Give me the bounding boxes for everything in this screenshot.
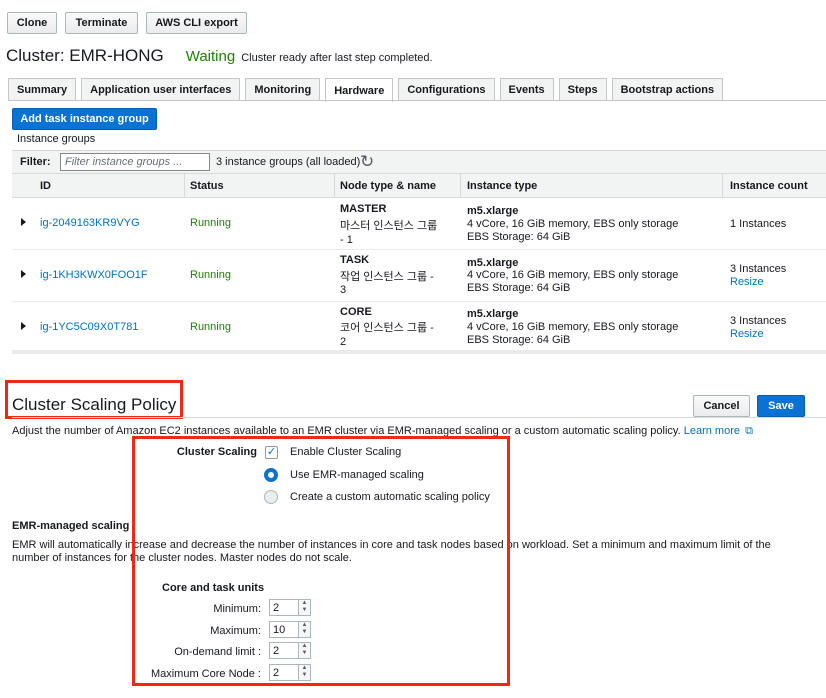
tab-divider: [8, 100, 826, 101]
save-button[interactable]: Save: [757, 395, 805, 417]
cluster-state-message: Cluster ready after last step completed.: [241, 52, 433, 64]
filter-count: 3 instance groups (all loaded): [216, 156, 361, 168]
highlight-box-title: [5, 380, 183, 419]
clone-button[interactable]: Clone: [7, 12, 57, 34]
aws-cli-export-button[interactable]: AWS CLI export: [146, 12, 247, 34]
filter-bar: Filter: 3 instance groups (all loaded) ↻: [12, 150, 826, 174]
terminate-button[interactable]: Terminate: [65, 12, 138, 34]
table-row: ig-1KH3KWX0FOO1F Running TASK 작업 인스턴스 그룹…: [12, 250, 826, 302]
tab-configurations[interactable]: Configurations: [398, 78, 495, 100]
ebs-storage: EBS Storage: 64 GiB: [467, 231, 571, 243]
column-header-node-type[interactable]: Node type & name: [340, 180, 436, 192]
column-divider: [722, 174, 723, 198]
instance-count: 1 Instances: [730, 218, 787, 230]
expand-caret-icon[interactable]: [21, 322, 26, 330]
table-row: ig-1YC5C09X0T781 Running CORE 코어 인스턴스 그룹…: [12, 302, 826, 354]
ebs-storage: EBS Storage: 64 GiB: [467, 282, 571, 294]
column-divider: [460, 174, 461, 198]
page-title: Cluster: EMR-HONG: [6, 46, 164, 65]
cancel-button[interactable]: Cancel: [693, 395, 750, 417]
status-text: Running: [190, 269, 231, 281]
column-header-status[interactable]: Status: [190, 180, 224, 192]
node-name-suffix: 2: [340, 336, 347, 348]
tab-monitoring[interactable]: Monitoring: [245, 78, 321, 100]
column-header-id[interactable]: ID: [40, 180, 51, 192]
node-name: 마스터 인스턴스 그룹: [340, 220, 438, 232]
tab-bar: Summary Application user interfaces Moni…: [8, 78, 728, 102]
instance-spec: 4 vCore, 16 GiB memory, EBS only storage: [467, 269, 679, 281]
node-name: 코어 인스턴스 그룹 -: [340, 322, 434, 334]
add-task-instance-group-button[interactable]: Add task instance group: [12, 108, 157, 130]
table-footer: [12, 350, 826, 354]
instance-type: m5.xlarge: [467, 308, 519, 320]
column-header-instance-count[interactable]: Instance count: [730, 180, 808, 192]
learn-more-link[interactable]: Learn more: [684, 425, 740, 437]
status-text: Running: [190, 321, 231, 333]
filter-input[interactable]: [60, 153, 210, 171]
node-name: 작업 인스턴스 그룹 -: [340, 271, 434, 283]
instance-count: 3 Instances: [730, 263, 787, 275]
filter-label: Filter:: [20, 156, 51, 168]
tab-application-user-interfaces[interactable]: Application user interfaces: [81, 78, 241, 100]
tab-steps[interactable]: Steps: [558, 78, 607, 100]
node-name-suffix: - 1: [340, 234, 353, 246]
tab-bootstrap-actions[interactable]: Bootstrap actions: [611, 78, 724, 100]
node-type: CORE: [340, 306, 372, 318]
instance-group-id-link[interactable]: ig-1YC5C09X0T781: [40, 321, 138, 334]
instance-spec: 4 vCore, 16 GiB memory, EBS only storage: [467, 218, 679, 230]
expand-caret-icon[interactable]: [21, 270, 26, 278]
node-type: TASK: [340, 254, 370, 266]
cluster-state: Waiting: [185, 48, 236, 65]
instance-group-id-link[interactable]: ig-2049163KR9VYG: [40, 217, 140, 230]
resize-link[interactable]: Resize: [730, 328, 764, 341]
instance-groups-label: Instance groups: [17, 133, 96, 145]
external-link-icon[interactable]: ⧉: [745, 425, 753, 438]
highlight-box-settings: [132, 436, 510, 686]
column-header-instance-type[interactable]: Instance type: [467, 180, 537, 192]
cluster-header: Cluster: EMR-HONG Waiting Cluster ready …: [6, 46, 433, 68]
resize-link[interactable]: Resize: [730, 276, 764, 289]
tab-events[interactable]: Events: [499, 78, 554, 100]
tab-summary[interactable]: Summary: [8, 78, 77, 100]
instance-group-id-link[interactable]: ig-1KH3KWX0FOO1F: [40, 269, 148, 282]
node-name-suffix: 3: [340, 284, 347, 296]
table-header: ID Status Node type & name Instance type…: [12, 174, 826, 198]
ebs-storage: EBS Storage: 64 GiB: [467, 334, 571, 346]
column-divider: [334, 174, 335, 198]
tab-hardware[interactable]: Hardware: [325, 78, 394, 102]
refresh-icon[interactable]: ↻: [360, 152, 374, 172]
status-text: Running: [190, 217, 231, 229]
instance-count: 3 Instances: [730, 315, 787, 327]
instance-spec: 4 vCore, 16 GiB memory, EBS only storage: [467, 321, 679, 333]
column-divider: [184, 174, 185, 198]
instance-type: m5.xlarge: [467, 205, 519, 217]
node-type: MASTER: [340, 203, 387, 215]
managed-scaling-heading: EMR-managed scaling: [12, 520, 130, 532]
table-row: ig-2049163KR9VYG Running MASTER 마스터 인스턴스…: [12, 198, 826, 250]
section-divider: [12, 417, 826, 418]
expand-caret-icon[interactable]: [21, 218, 26, 226]
